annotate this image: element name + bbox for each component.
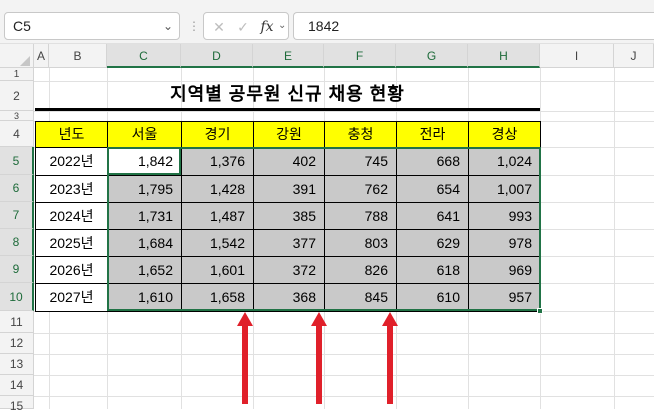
value-cell[interactable]: 1,542 bbox=[181, 229, 254, 257]
value-cell[interactable]: 969 bbox=[468, 256, 541, 284]
row-header-4[interactable]: 4 bbox=[0, 121, 34, 147]
active-cell-c5[interactable] bbox=[107, 147, 181, 175]
value-cell[interactable]: 957 bbox=[468, 283, 541, 312]
sheet-title[interactable]: 지역별 공무원 신규 채용 현황 bbox=[35, 81, 540, 108]
year-cell[interactable]: 2023년 bbox=[35, 175, 108, 203]
more-options-icon[interactable]: ⋮ bbox=[188, 14, 200, 38]
row-header-6[interactable]: 6 bbox=[0, 175, 34, 202]
column-header-j[interactable]: J bbox=[614, 44, 654, 68]
value-cell[interactable]: 641 bbox=[396, 202, 469, 230]
column-header-g[interactable]: G bbox=[396, 44, 468, 68]
year-cell[interactable]: 2022년 bbox=[35, 147, 108, 176]
table-header-cell[interactable]: 경기 bbox=[181, 121, 254, 148]
row-header-13[interactable]: 13 bbox=[0, 354, 34, 375]
cancel-icon[interactable]: ✕ bbox=[208, 16, 230, 38]
expand-chevron-icon[interactable]: ⌄ bbox=[278, 20, 286, 31]
gridline-h bbox=[34, 333, 654, 334]
value-cell[interactable]: 745 bbox=[324, 147, 397, 176]
value-cell[interactable]: 1,601 bbox=[181, 256, 254, 284]
value-cell[interactable]: 377 bbox=[253, 229, 325, 257]
value-cell[interactable]: 368 bbox=[253, 283, 325, 312]
title-underline bbox=[35, 108, 540, 111]
value-cell[interactable]: 826 bbox=[324, 256, 397, 284]
value-cell[interactable]: 1,007 bbox=[468, 175, 541, 203]
select-all-triangle-icon bbox=[20, 56, 30, 66]
row-header-7[interactable]: 7 bbox=[0, 202, 34, 229]
row-header-1[interactable]: 1 bbox=[0, 68, 34, 81]
column-header-f[interactable]: F bbox=[324, 44, 396, 68]
row-header-2[interactable]: 2 bbox=[0, 81, 34, 111]
gridline-h bbox=[34, 354, 654, 355]
year-cell[interactable]: 2025년 bbox=[35, 229, 108, 257]
gridline-h bbox=[34, 396, 654, 397]
column-header-h[interactable]: H bbox=[468, 44, 540, 68]
column-header-c[interactable]: C bbox=[107, 44, 181, 68]
row-header-14[interactable]: 14 bbox=[0, 375, 34, 396]
column-header-b[interactable]: B bbox=[49, 44, 107, 68]
formula-input[interactable]: 1842 bbox=[293, 12, 654, 40]
table-header-cell[interactable]: 서울 bbox=[107, 121, 182, 148]
value-cell[interactable]: 803 bbox=[324, 229, 397, 257]
row-header-8[interactable]: 8 bbox=[0, 229, 34, 256]
value-cell[interactable]: 978 bbox=[468, 229, 541, 257]
value-cell[interactable]: 654 bbox=[396, 175, 469, 203]
table-header-cell[interactable]: 충청 bbox=[324, 121, 397, 148]
table-header-cell[interactable]: 강원 bbox=[253, 121, 325, 148]
gridline-v bbox=[614, 68, 615, 409]
row-header-12[interactable]: 12 bbox=[0, 333, 34, 354]
column-header-d[interactable]: D bbox=[181, 44, 253, 68]
column-header-e[interactable]: E bbox=[253, 44, 324, 68]
value-cell[interactable]: 762 bbox=[324, 175, 397, 203]
year-cell[interactable]: 2027년 bbox=[35, 283, 108, 312]
value-cell[interactable]: 1,731 bbox=[107, 202, 182, 230]
row-header-10[interactable]: 10 bbox=[0, 283, 34, 311]
value-cell[interactable]: 1,652 bbox=[107, 256, 182, 284]
insert-function-icon[interactable]: fx bbox=[256, 16, 278, 38]
value-cell[interactable]: 391 bbox=[253, 175, 325, 203]
name-box-value: C5 bbox=[13, 18, 31, 34]
row-header-15[interactable]: 15 bbox=[0, 396, 34, 413]
red-arrow-2 bbox=[311, 312, 327, 404]
value-cell[interactable]: 1,658 bbox=[181, 283, 254, 312]
table-header-cell[interactable]: 년도 bbox=[35, 121, 108, 148]
value-cell[interactable]: 1,684 bbox=[107, 229, 182, 257]
value-cell[interactable]: 1,610 bbox=[107, 283, 182, 312]
fill-handle[interactable] bbox=[537, 308, 543, 314]
value-cell[interactable]: 629 bbox=[396, 229, 469, 257]
value-cell[interactable]: 668 bbox=[396, 147, 469, 176]
value-cell[interactable]: 845 bbox=[324, 283, 397, 312]
enter-icon[interactable]: ✓ bbox=[232, 16, 254, 38]
value-cell[interactable]: 1,428 bbox=[181, 175, 254, 203]
name-box[interactable]: C5 ⌄ bbox=[4, 12, 180, 40]
value-cell[interactable]: 993 bbox=[468, 202, 541, 230]
year-cell[interactable]: 2026년 bbox=[35, 256, 108, 284]
red-arrow-3 bbox=[382, 312, 398, 404]
row-header-3[interactable]: 3 bbox=[0, 111, 34, 121]
table-header-cell[interactable]: 경상 bbox=[468, 121, 541, 148]
value-cell[interactable]: 618 bbox=[396, 256, 469, 284]
formula-buttons: ✕ ✓ fx ⌄ bbox=[203, 12, 289, 40]
value-cell[interactable]: 788 bbox=[324, 202, 397, 230]
value-cell[interactable]: 1,024 bbox=[468, 147, 541, 176]
year-cell[interactable]: 2024년 bbox=[35, 202, 108, 230]
value-cell[interactable]: 385 bbox=[253, 202, 325, 230]
column-header-i[interactable]: I bbox=[540, 44, 614, 68]
gridline-h bbox=[34, 111, 654, 112]
red-arrow-1 bbox=[237, 312, 253, 404]
value-cell[interactable]: 1,376 bbox=[181, 147, 254, 176]
table-header-cell[interactable]: 전라 bbox=[396, 121, 469, 148]
value-cell[interactable]: 610 bbox=[396, 283, 469, 312]
value-cell[interactable]: 1,487 bbox=[181, 202, 254, 230]
gridline-h bbox=[34, 375, 654, 376]
chevron-down-icon[interactable]: ⌄ bbox=[163, 19, 173, 33]
value-cell[interactable]: 1,795 bbox=[107, 175, 182, 203]
value-cell[interactable]: 372 bbox=[253, 256, 325, 284]
row-header-5[interactable]: 5 bbox=[0, 147, 34, 175]
row-header-11[interactable]: 11 bbox=[0, 311, 34, 333]
formula-value: 1842 bbox=[308, 18, 340, 34]
column-header-a[interactable]: A bbox=[34, 44, 49, 68]
value-cell[interactable]: 402 bbox=[253, 147, 325, 176]
row-header-9[interactable]: 9 bbox=[0, 256, 34, 283]
